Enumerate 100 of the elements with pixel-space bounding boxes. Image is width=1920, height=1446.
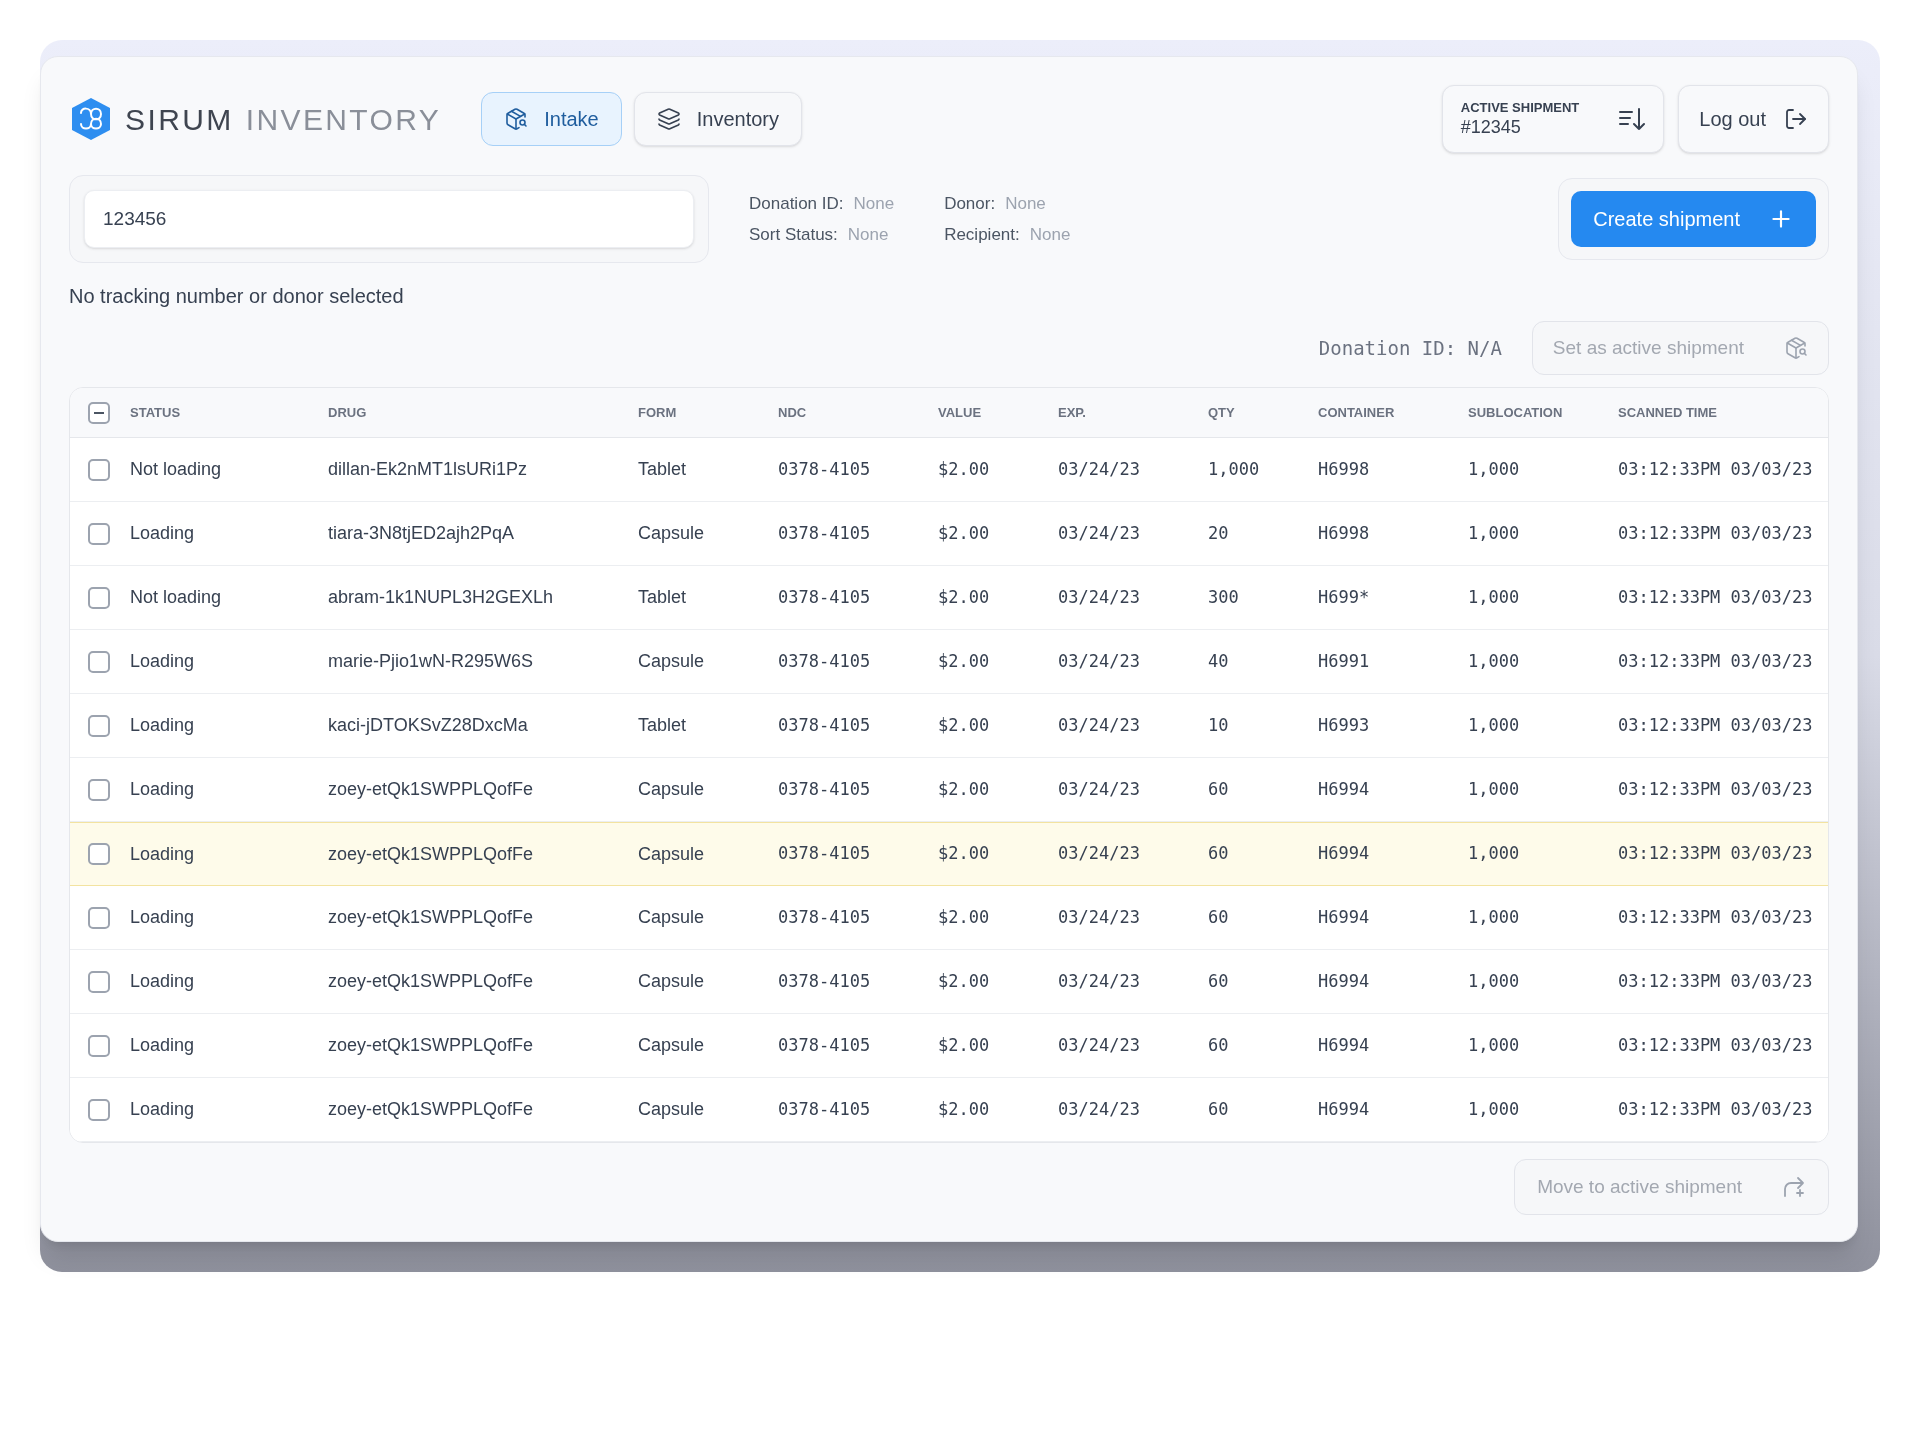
row-checkbox[interactable] [88, 1098, 110, 1121]
column-header: STATUS [130, 403, 181, 422]
table-cell-text: 1,000 [1468, 777, 1520, 801]
detail-label: Donation ID: [749, 192, 844, 215]
table-cell-text: $2.00 [938, 842, 990, 866]
tab[interactable]: Inventory [633, 92, 802, 146]
table-cell-text: 03/24/23 [1058, 777, 1140, 801]
column-header: DRUG [328, 403, 367, 422]
detail-value: None [847, 224, 889, 246]
tab[interactable]: Intake [481, 92, 622, 146]
layers-icon [656, 107, 681, 131]
column-header: VALUE [938, 403, 982, 422]
table-cell-text: 03:12:33PM 03/03/23 [1618, 457, 1813, 481]
table-cell-text: 03:12:33PM 03/03/23 [1618, 969, 1813, 993]
table-cell-text: 1,000 [1468, 585, 1520, 609]
table-cell-text: $2.00 [938, 905, 990, 929]
table-cell-text: $2.00 [938, 777, 990, 801]
table-cell-text: 03/24/23 [1058, 457, 1140, 481]
row-checkbox[interactable] [88, 906, 110, 929]
table-cell-text: $2.00 [938, 457, 990, 481]
table-cell-text: $2.00 [938, 649, 990, 673]
table-cell-text: H6994 [1318, 1097, 1370, 1121]
table-cell-text: Tablet [638, 458, 687, 481]
table-cell-text: Loading [130, 714, 195, 737]
row-checkbox[interactable] [88, 586, 110, 609]
table-cell-text: Loading [130, 842, 195, 866]
table-cell-text: zoey-etQk1SWPPLQofFe [328, 906, 534, 929]
table-cell-text: Loading [130, 906, 195, 929]
table-cell-text: 03/24/23 [1058, 842, 1140, 866]
table-cell-text: H6998 [1318, 521, 1370, 545]
box-search-icon [1784, 336, 1808, 360]
detail-value: None [1005, 192, 1046, 215]
table-cell-text: 0378-4105 [778, 585, 871, 609]
table-cell-text: 03:12:33PM 03/03/23 [1618, 777, 1813, 801]
table-cell-text: Capsule [638, 522, 705, 545]
table-cell-text: Capsule [638, 906, 705, 929]
create-shipment-button[interactable]: Create shipment [1571, 191, 1816, 247]
table-cell-text: Loading [130, 778, 195, 801]
active-shipment-button[interactable]: ACTIVE SHIPMENT #12345 [1441, 85, 1665, 153]
table-cell-text: Capsule [638, 778, 705, 801]
table-cell-text: 0378-4105 [778, 842, 871, 866]
column-header: FORM [638, 403, 677, 422]
table-cell-text: 03:12:33PM 03/03/23 [1618, 1033, 1813, 1057]
table-cell-text: $2.00 [938, 969, 990, 993]
logout-button[interactable]: Log out [1678, 85, 1829, 153]
table-cell-text: 03:12:33PM 03/03/23 [1618, 842, 1813, 866]
table-cell-text: H6998 [1318, 457, 1370, 481]
table-cell-text: H6993 [1318, 713, 1370, 737]
table-cell-text: 0378-4105 [778, 1033, 871, 1057]
row-checkbox[interactable] [88, 714, 110, 737]
column-header: NDC [778, 403, 807, 422]
table-cell-text: zoey-etQk1SWPPLQofFe [328, 1098, 534, 1121]
column-header: SCANNED TIME [1618, 403, 1717, 422]
table-cell-text: Loading [130, 1034, 195, 1057]
row-checkbox[interactable] [88, 458, 110, 481]
table-cell-text: 1,000 [1468, 457, 1520, 481]
box-search-icon [504, 107, 529, 131]
column-header: QTY [1208, 403, 1235, 422]
table-cell-text: H6994 [1318, 905, 1370, 929]
table-cell-text: Capsule [638, 1034, 705, 1057]
table-cell-text: 0378-4105 [778, 649, 871, 673]
table-cell-text: 10 [1208, 713, 1229, 737]
table-cell-text: Capsule [638, 650, 705, 673]
row-checkbox[interactable] [88, 1034, 110, 1057]
tracking-input[interactable]: 123456 [84, 190, 694, 248]
row-checkbox[interactable] [88, 650, 110, 673]
table-cell-text: 03/24/23 [1058, 905, 1140, 929]
table-cell-text: 0378-4105 [778, 905, 871, 929]
table-cell-text: 03:12:33PM 03/03/23 [1618, 585, 1813, 609]
status-message: No tracking number or donor selected [69, 285, 404, 307]
row-checkbox[interactable] [88, 778, 110, 801]
table-cell-text: kaci-jDTOKSvZ28DxcMa [328, 714, 528, 737]
table-cell-text: abram-1k1NUPL3H2GEXLh [328, 586, 554, 609]
table-cell-text: Tablet [638, 586, 687, 609]
column-header: SUBLOCATION [1468, 403, 1563, 422]
detail-label: Donor: [944, 192, 996, 215]
table-cell-text: 0378-4105 [778, 521, 871, 545]
table-cell-text: 60 [1208, 777, 1229, 801]
row-checkbox[interactable] [88, 522, 110, 545]
table-cell-text: 60 [1208, 842, 1229, 866]
forward-arrow-icon [1782, 1175, 1806, 1199]
donation-id-text: Donation ID: N/A [1318, 335, 1502, 361]
table-cell-text: $2.00 [938, 1097, 990, 1121]
table-cell-text: 1,000 [1468, 521, 1520, 545]
detail-value: None [853, 192, 895, 215]
table-cell-text: 20 [1208, 521, 1229, 545]
logout-icon [1784, 107, 1808, 131]
row-checkbox[interactable] [88, 970, 110, 993]
select-all-checkbox[interactable] [88, 401, 110, 424]
table-cell-text: 1,000 [1468, 649, 1520, 673]
table-cell-text: 03:12:33PM 03/03/23 [1618, 905, 1813, 929]
table-cell-text: 1,000 [1468, 969, 1520, 993]
table-cell-text: 40 [1208, 649, 1229, 673]
table-cell-text: 1,000 [1468, 905, 1520, 929]
table-cell-text: H699* [1318, 585, 1370, 609]
table-cell-text: 03/24/23 [1058, 649, 1140, 673]
row-checkbox[interactable] [88, 843, 110, 865]
table-cell-text: 03/24/23 [1058, 713, 1140, 737]
table-cell-text: Tablet [638, 714, 687, 737]
table-row[interactable]: Loading zoey-etQk1SWPPLQofFe Capsule 0378-4105 $2.00 03/24/23 60 H6994 1,000 03:12:33PM 03/03/23 [70, 822, 1828, 886]
